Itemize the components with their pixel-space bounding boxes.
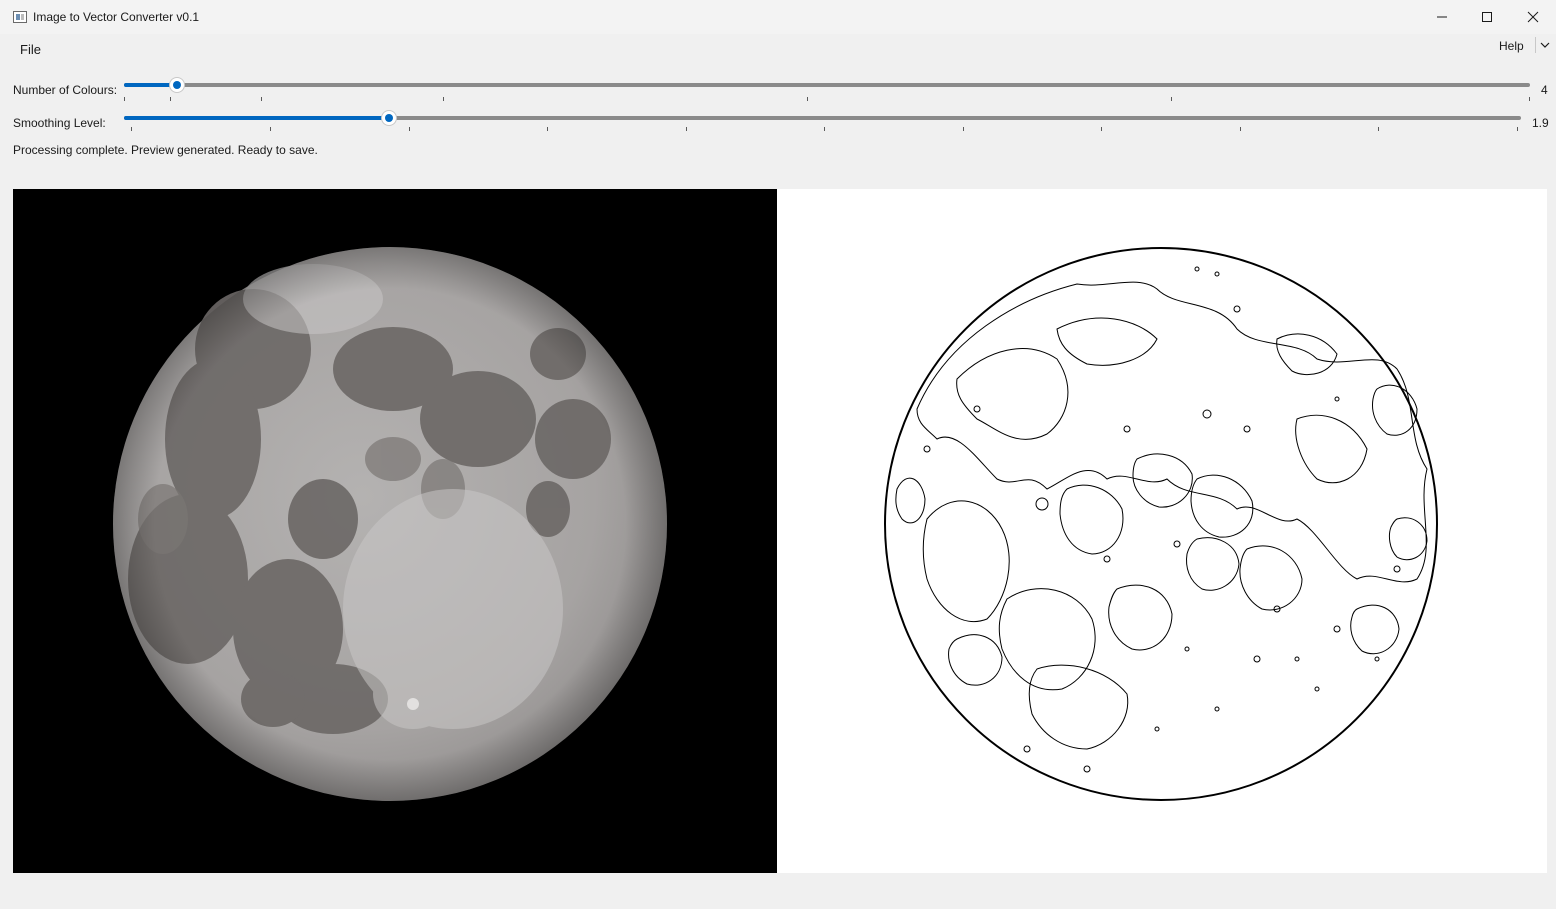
smoothing-label: Smoothing Level: bbox=[13, 116, 106, 130]
colours-tick bbox=[261, 97, 262, 101]
close-button[interactable] bbox=[1510, 0, 1556, 34]
colours-slider[interactable] bbox=[124, 78, 1530, 102]
smoothing-tick bbox=[1240, 127, 1241, 131]
status-message: Processing complete. Preview generated. … bbox=[13, 143, 318, 157]
minimize-button[interactable] bbox=[1419, 0, 1465, 34]
menu-help[interactable]: Help bbox=[1499, 39, 1524, 53]
title-bar bbox=[0, 0, 1556, 34]
chevron-down-icon[interactable] bbox=[1540, 40, 1550, 50]
vector-preview-panel bbox=[777, 189, 1547, 873]
smoothing-tick bbox=[270, 127, 271, 131]
smoothing-tick bbox=[547, 127, 548, 131]
smoothing-value: 1.9 bbox=[1532, 116, 1549, 130]
menu-bar bbox=[0, 34, 1556, 64]
smoothing-tick bbox=[1378, 127, 1379, 131]
colours-track bbox=[124, 83, 1530, 87]
maximize-button[interactable] bbox=[1464, 0, 1510, 34]
smoothing-tick bbox=[824, 127, 825, 131]
colours-tick bbox=[807, 97, 808, 101]
colours-value: 4 bbox=[1541, 83, 1548, 97]
close-icon bbox=[1527, 11, 1539, 23]
original-moon-image bbox=[113, 247, 667, 801]
original-image-panel bbox=[13, 189, 777, 873]
app-icon bbox=[13, 11, 27, 23]
colours-thumb[interactable] bbox=[170, 78, 184, 92]
minimize-icon bbox=[1437, 16, 1447, 18]
smoothing-tick bbox=[963, 127, 964, 131]
colours-tick bbox=[1529, 97, 1530, 101]
smoothing-tick bbox=[1101, 127, 1102, 131]
colours-label: Number of Colours: bbox=[13, 83, 118, 97]
smoothing-slider[interactable] bbox=[124, 111, 1521, 135]
maximize-icon bbox=[1482, 12, 1492, 22]
smoothing-fill bbox=[124, 116, 389, 120]
smoothing-tick bbox=[409, 127, 410, 131]
colours-tick bbox=[170, 97, 171, 101]
colours-tick bbox=[1171, 97, 1172, 101]
window-title: Image to Vector Converter v0.1 bbox=[33, 10, 200, 24]
smoothing-thumb[interactable] bbox=[382, 111, 396, 125]
menu-file[interactable]: File bbox=[20, 42, 41, 57]
smoothing-tick bbox=[1517, 127, 1518, 131]
smoothing-tick bbox=[686, 127, 687, 131]
smoothing-tick bbox=[131, 127, 132, 131]
colours-tick bbox=[124, 97, 125, 101]
vector-outline-preview bbox=[884, 247, 1438, 801]
help-divider bbox=[1535, 37, 1536, 53]
colours-tick bbox=[443, 97, 444, 101]
